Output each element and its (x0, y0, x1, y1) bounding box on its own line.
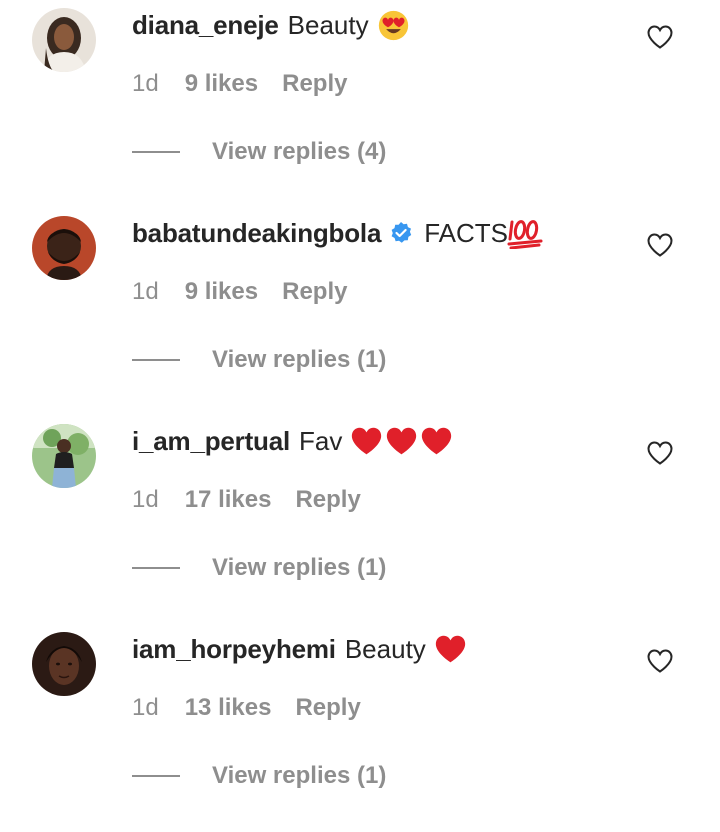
comment-text: Beauty (344, 633, 426, 664)
timestamp: 1d (132, 278, 159, 305)
comment-text: FACTS (424, 217, 508, 248)
comment-line: iam_horpeyhemi Beauty (132, 630, 469, 668)
comment-meta: 1d 9 likes Reply (132, 274, 347, 310)
red-heart-emoji (350, 425, 383, 458)
comment-meta: 1d 13 likes Reply (132, 690, 361, 726)
view-replies-label[interactable]: View replies (1) (212, 554, 386, 582)
username[interactable]: diana_eneje (132, 10, 279, 41)
comment: diana_eneje Beauty 1d 9 likes Reply View… (0, 0, 720, 208)
like-heart-icon[interactable] (646, 440, 674, 466)
view-replies-label[interactable]: View replies (1) (212, 346, 386, 374)
comment-meta: 1d 17 likes Reply (132, 482, 361, 518)
comment: iam_horpeyhemi Beauty 1d 13 likes Reply … (0, 624, 720, 832)
heart-eyes-emoji (377, 9, 410, 42)
hundred-points-emoji (507, 217, 543, 249)
emoji-row (434, 633, 469, 666)
comment-line: babatundeakingbola FACTS (132, 214, 545, 252)
comment-text: Beauty (287, 9, 369, 40)
like-heart-icon[interactable] (646, 24, 674, 50)
comment-text: Fav (299, 425, 343, 456)
username[interactable]: i_am_pertual (132, 426, 290, 457)
view-replies-label[interactable]: View replies (4) (212, 138, 386, 166)
avatar[interactable] (32, 424, 96, 488)
like-heart-icon[interactable] (646, 232, 674, 258)
view-replies-label[interactable]: View replies (1) (212, 762, 386, 790)
comment: i_am_pertual Fav 1d 17 likes Reply View … (0, 416, 720, 624)
view-replies-button[interactable]: View replies (1) (132, 758, 386, 794)
username[interactable]: babatundeakingbola (132, 218, 381, 249)
timestamp: 1d (132, 694, 159, 721)
view-replies-button[interactable]: View replies (4) (132, 134, 386, 170)
comment-line: i_am_pertual Fav (132, 422, 455, 460)
view-replies-button[interactable]: View replies (1) (132, 550, 386, 586)
red-heart-emoji (385, 425, 418, 458)
view-replies-button[interactable]: View replies (1) (132, 342, 386, 378)
avatar[interactable] (32, 632, 96, 696)
like-heart-icon[interactable] (646, 648, 674, 674)
likes-count[interactable]: 17 likes (185, 486, 272, 514)
username[interactable]: iam_horpeyhemi (132, 634, 336, 665)
divider-line (132, 567, 180, 569)
avatar[interactable] (32, 216, 96, 280)
likes-count[interactable]: 9 likes (185, 70, 258, 98)
reply-button[interactable]: Reply (282, 70, 347, 98)
divider-line (132, 359, 180, 361)
timestamp: 1d (132, 70, 159, 97)
divider-line (132, 775, 180, 777)
reply-button[interactable]: Reply (295, 694, 360, 722)
comment-meta: 1d 9 likes Reply (132, 66, 347, 102)
verified-badge-icon (389, 221, 413, 245)
red-heart-emoji (434, 633, 467, 666)
emoji-row (350, 425, 455, 458)
comment: babatundeakingbola FACTS 1d 9 likes Repl… (0, 208, 720, 416)
comment-line: diana_eneje Beauty (132, 6, 412, 44)
likes-count[interactable]: 9 likes (185, 278, 258, 306)
avatar[interactable] (32, 8, 96, 72)
timestamp: 1d (132, 486, 159, 513)
divider-line (132, 151, 180, 153)
emoji-row (377, 9, 412, 42)
emoji-row (507, 217, 545, 249)
red-heart-emoji (420, 425, 453, 458)
likes-count[interactable]: 13 likes (185, 694, 272, 722)
reply-button[interactable]: Reply (295, 486, 360, 514)
reply-button[interactable]: Reply (282, 278, 347, 306)
